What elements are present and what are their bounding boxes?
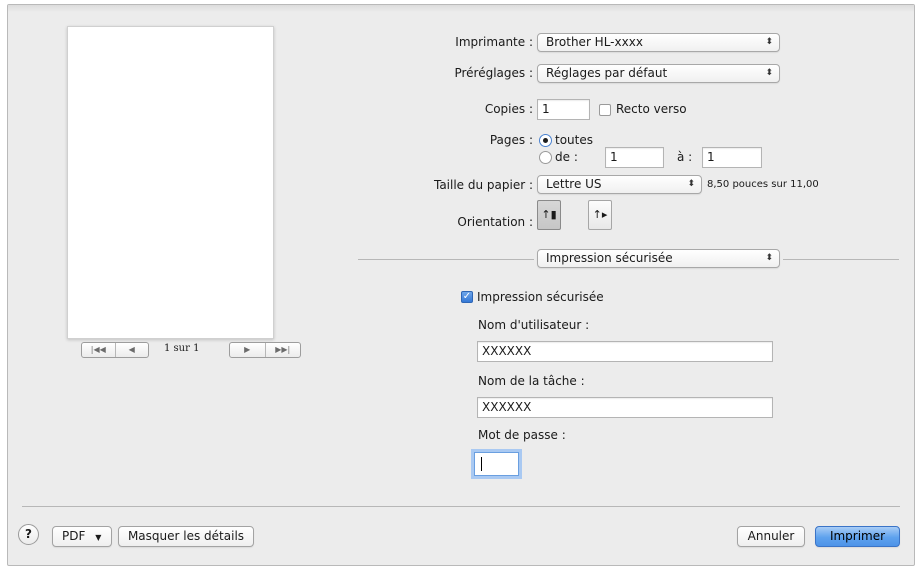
password-label: Mot de passe : <box>478 428 566 442</box>
last-page-button[interactable]: ▶▶| <box>264 343 301 357</box>
duplex-label: Recto verso <box>616 102 687 116</box>
paper-dimensions: 8,50 pouces sur 11,00 <box>707 179 819 190</box>
previous-page-button[interactable]: ◀ <box>114 343 149 357</box>
separator-right <box>783 259 899 260</box>
updown-arrows-icon: ⬍ <box>765 253 773 263</box>
presets-label: Préréglages : <box>454 66 533 80</box>
preview-nav-forward-group: ▶ ▶▶| <box>229 342 301 358</box>
portrait-icon: ↑▮ <box>541 208 557 221</box>
portrait-orientation-button[interactable]: ↑▮ <box>537 200 561 230</box>
pages-from-field[interactable]: 1 <box>605 147 664 168</box>
duplex-checkbox[interactable] <box>599 104 611 116</box>
copies-label: Copies : <box>484 102 533 116</box>
pages-from-label: de : <box>555 150 578 164</box>
secure-print-label: Impression sécurisée <box>477 290 604 304</box>
section-popup-value: Impression sécurisée <box>546 251 673 265</box>
next-page-button[interactable]: ▶ <box>230 343 265 357</box>
pages-label: Pages : <box>489 133 533 147</box>
printer-value: Brother HL-xxxx <box>546 35 643 49</box>
presets-popup[interactable]: Réglages par défaut ⬍ <box>537 64 780 83</box>
landscape-orientation-button[interactable]: ↑▸ <box>588 200 612 230</box>
first-page-button[interactable]: |◀◀ <box>82 343 115 357</box>
pages-all-radio[interactable] <box>539 134 552 147</box>
pages-all-label: toutes <box>555 133 593 147</box>
text-caret <box>481 457 482 471</box>
cancel-button[interactable]: Annuler <box>737 526 805 547</box>
job-name-label: Nom de la tâche : <box>478 374 585 388</box>
paper-size-value: Lettre US <box>546 177 602 191</box>
orientation-label: Orientation : <box>457 215 533 229</box>
dialog-top-strip <box>8 5 914 12</box>
pages-range-radio[interactable] <box>539 151 552 164</box>
password-field[interactable] <box>474 452 519 476</box>
chevron-down-icon: ▼ <box>95 533 102 542</box>
preview-nav-back-group: |◀◀ ◀ <box>81 342 149 358</box>
pdf-menu-button[interactable]: PDF ▼ <box>52 526 112 547</box>
username-label: Nom d'utilisateur : <box>478 318 590 332</box>
footer-separator <box>22 506 900 507</box>
section-popup[interactable]: Impression sécurisée ⬍ <box>537 249 780 268</box>
paper-size-popup[interactable]: Lettre US ⬍ <box>537 175 702 194</box>
hide-details-button[interactable]: Masquer les détails <box>118 526 254 547</box>
printer-label: Imprimante : <box>455 35 533 49</box>
separator-left <box>358 259 534 260</box>
pages-to-field[interactable]: 1 <box>702 147 762 168</box>
page-preview <box>67 26 274 339</box>
updown-arrows-icon: ⬍ <box>765 37 773 47</box>
updown-arrows-icon: ⬍ <box>687 179 695 189</box>
paper-size-label: Taille du papier : <box>433 178 533 192</box>
username-field[interactable]: XXXXXX <box>477 341 773 362</box>
print-button[interactable]: Imprimer <box>815 526 900 547</box>
updown-arrows-icon: ⬍ <box>765 68 773 78</box>
help-button[interactable]: ? <box>18 524 39 545</box>
copies-field[interactable]: 1 <box>537 99 590 120</box>
job-name-field[interactable]: XXXXXX <box>477 397 773 418</box>
secure-print-checkbox[interactable]: ✓ <box>461 291 473 303</box>
pages-to-label: à : <box>677 150 693 164</box>
pdf-label: PDF <box>62 529 86 543</box>
landscape-icon: ↑▸ <box>592 208 608 221</box>
presets-value: Réglages par défaut <box>546 66 668 80</box>
printer-popup[interactable]: Brother HL-xxxx ⬍ <box>537 33 780 52</box>
page-indicator: 1 sur 1 <box>164 343 200 354</box>
